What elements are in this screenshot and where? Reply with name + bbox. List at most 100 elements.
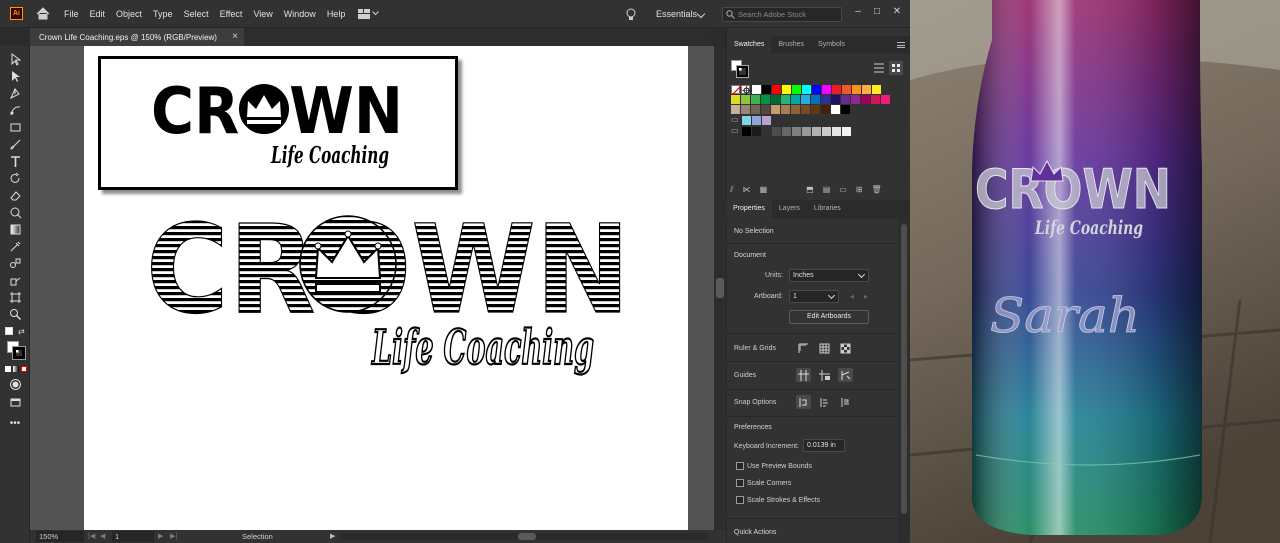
color-swatch[interactable] <box>802 85 811 94</box>
gradient-button[interactable] <box>13 366 19 372</box>
color-swatch[interactable] <box>741 105 750 114</box>
color-swatch[interactable] <box>772 85 781 94</box>
eraser-tool[interactable] <box>8 188 22 202</box>
color-swatch[interactable] <box>752 85 761 94</box>
canvas-vertical-scrollbar[interactable] <box>714 46 726 530</box>
color-swatch[interactable] <box>731 95 740 104</box>
color-swatch[interactable] <box>821 105 830 114</box>
symbol-sprayer-tool[interactable] <box>8 273 22 287</box>
color-swatch[interactable] <box>812 127 821 136</box>
transparency-grid-toggle[interactable] <box>838 341 853 355</box>
next-artboard-icon[interactable]: ▸ <box>864 292 868 301</box>
color-swatch[interactable] <box>842 85 851 94</box>
next-artboard-icon[interactable]: ▶ <box>158 532 163 540</box>
pen-tool[interactable] <box>8 86 22 100</box>
color-swatch[interactable] <box>832 85 841 94</box>
show-swatch-kinds-icon[interactable]: ⋉ <box>743 185 751 197</box>
menu-help[interactable]: Help <box>327 9 346 19</box>
gradient-tool[interactable] <box>8 222 22 236</box>
vertical-scroll-thumb[interactable] <box>716 278 724 298</box>
edit-artboards-button[interactable]: Edit Artboards <box>789 310 869 324</box>
swatch-group-folder-icon[interactable]: ▭ <box>731 127 740 135</box>
logo-preview-card[interactable]: CROWN Life Coaching <box>98 56 458 190</box>
direct-selection-tool[interactable] <box>8 69 22 83</box>
canvas-horizontal-scrollbar[interactable] <box>340 533 708 540</box>
use-preview-bounds-checkbox[interactable] <box>736 462 744 470</box>
zoom-level-field[interactable]: 150% <box>36 531 84 542</box>
color-swatch[interactable] <box>861 95 870 104</box>
swatch-registration[interactable] <box>741 85 751 95</box>
rotate-tool[interactable] <box>8 171 22 185</box>
artboard[interactable]: CROWN Life Coaching CROWN Life Coaching <box>84 46 688 530</box>
color-swatch[interactable] <box>801 105 810 114</box>
menu-type[interactable]: Type <box>153 9 173 19</box>
zoom-tool[interactable] <box>8 307 22 321</box>
stroke-color-swatch[interactable] <box>12 346 26 360</box>
grid-toggle[interactable] <box>817 341 832 355</box>
color-swatch[interactable] <box>802 127 811 136</box>
menu-select[interactable]: Select <box>184 9 209 19</box>
color-swatch[interactable] <box>842 127 851 136</box>
rectangle-tool[interactable] <box>8 120 22 134</box>
color-swatch[interactable] <box>791 105 800 114</box>
color-swatch[interactable] <box>781 95 790 104</box>
color-swatch[interactable] <box>841 105 850 114</box>
artboard-tool[interactable] <box>8 290 22 304</box>
properties-scroll-thumb[interactable] <box>901 224 907 514</box>
color-swatch[interactable] <box>762 85 771 94</box>
adobe-stock-search[interactable]: Search Adobe Stock <box>722 7 842 22</box>
blend-tool[interactable] <box>8 256 22 270</box>
tab-symbols[interactable]: Symbols <box>811 36 852 54</box>
properties-scrollbar[interactable] <box>898 218 910 543</box>
screen-mode-button[interactable] <box>8 395 22 409</box>
keyboard-increment-field[interactable]: 0.0139 in <box>803 439 845 452</box>
color-swatch[interactable] <box>792 127 801 136</box>
menu-view[interactable]: View <box>253 9 272 19</box>
color-swatch[interactable] <box>881 95 890 104</box>
scale-strokes-checkbox[interactable] <box>736 496 744 504</box>
color-swatch[interactable] <box>762 127 771 136</box>
last-artboard-icon[interactable]: ▶| <box>170 532 177 540</box>
warp-tool[interactable] <box>8 205 22 219</box>
color-swatch[interactable] <box>762 116 771 125</box>
tab-libraries[interactable]: Libraries <box>807 200 848 218</box>
color-swatch[interactable] <box>831 95 840 104</box>
tab-brushes[interactable]: Brushes <box>771 36 811 54</box>
none-button[interactable] <box>21 366 27 372</box>
color-group-icon[interactable]: ⬒ <box>806 185 814 197</box>
scale-corners-checkbox[interactable] <box>736 479 744 487</box>
color-swatch[interactable] <box>851 95 860 104</box>
swatch-stroke-indicator[interactable] <box>736 65 749 78</box>
close-tab-icon[interactable]: × <box>232 31 238 42</box>
color-swatch[interactable] <box>782 127 791 136</box>
color-swatch[interactable] <box>811 105 820 114</box>
swatch-group-folder-icon[interactable]: ▭ <box>731 116 740 124</box>
new-color-group-icon[interactable]: ▭ <box>839 185 847 197</box>
horizontal-scroll-thumb[interactable] <box>518 533 536 540</box>
artboard-navigator-field[interactable]: 1 <box>112 531 154 542</box>
previous-artboard-icon[interactable]: ◀ <box>100 532 105 540</box>
document-tab[interactable]: Crown Life Coaching.eps @ 150% (RGB/Prev… <box>30 28 244 46</box>
eyedropper-tool[interactable] <box>8 239 22 253</box>
color-swatch[interactable] <box>871 95 880 104</box>
grid-view-icon[interactable] <box>889 61 903 75</box>
swatch-options-icon[interactable]: ▦ <box>760 185 768 197</box>
canvas[interactable]: CROWN Life Coaching CROWN Life Coaching <box>30 46 714 530</box>
workspace-switcher[interactable]: Essentials <box>656 9 697 19</box>
menu-object[interactable]: Object <box>116 9 142 19</box>
color-swatch[interactable] <box>781 105 790 114</box>
status-menu-icon[interactable]: ▶ <box>330 532 335 540</box>
color-swatch[interactable] <box>792 85 801 94</box>
smart-guides-toggle[interactable] <box>838 368 853 382</box>
maximize-button[interactable]: □ <box>870 6 884 18</box>
menu-effect[interactable]: Effect <box>220 9 243 19</box>
edit-color-group-icon[interactable]: ▤ <box>823 185 831 197</box>
color-swatch[interactable] <box>751 105 760 114</box>
delete-swatch-icon[interactable]: 🗑 <box>872 185 882 197</box>
snap-to-pixel-toggle[interactable] <box>817 395 832 409</box>
color-swatch[interactable] <box>822 85 831 94</box>
color-swatch[interactable] <box>862 85 871 94</box>
color-swatch[interactable] <box>801 95 810 104</box>
color-swatch[interactable] <box>782 85 791 94</box>
swatch-none[interactable] <box>731 85 742 96</box>
